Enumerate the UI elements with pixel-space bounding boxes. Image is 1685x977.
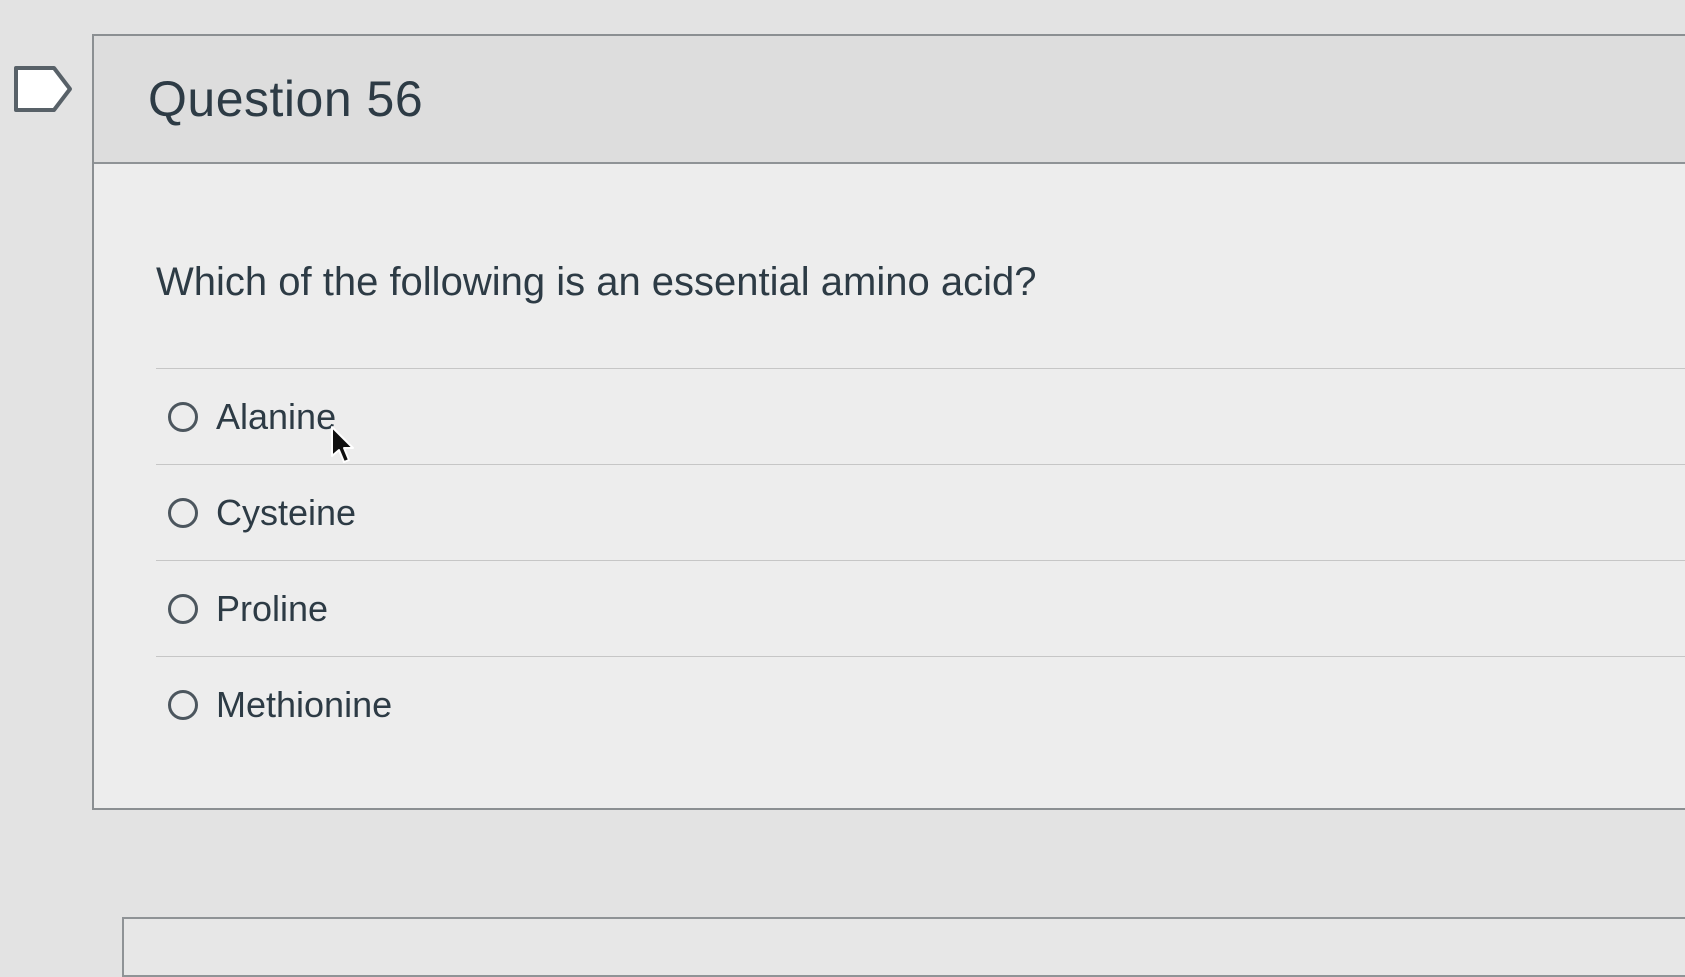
answer-label: Methionine bbox=[216, 684, 393, 725]
radio-icon[interactable] bbox=[168, 593, 198, 624]
answer-label: Alanine bbox=[216, 395, 337, 437]
answer-option-methionine[interactable]: Methionine bbox=[156, 657, 1685, 753]
answer-label: Cysteine bbox=[216, 491, 357, 533]
radio-icon[interactable] bbox=[168, 690, 198, 720]
answer-option-alanine[interactable]: Alanine bbox=[156, 369, 1685, 465]
flag-icon[interactable] bbox=[12, 64, 74, 114]
question-header: Question 56 bbox=[94, 36, 1685, 164]
answer-label: Proline bbox=[216, 587, 329, 629]
answer-option-proline[interactable]: Proline bbox=[156, 561, 1685, 657]
question-body: Which of the following is an essential a… bbox=[94, 258, 1685, 753]
answer-option-cysteine[interactable]: Cysteine bbox=[156, 465, 1685, 561]
next-question-card bbox=[122, 917, 1685, 977]
question-title: Question 56 bbox=[148, 71, 424, 127]
radio-icon[interactable] bbox=[168, 401, 198, 432]
radio-icon[interactable] bbox=[168, 497, 198, 528]
question-card: Question 56 Which of the following is an… bbox=[92, 34, 1685, 810]
answer-list: Alanine Cysteine Proline Methionine bbox=[156, 368, 1685, 753]
question-text: Which of the following is an essential a… bbox=[156, 260, 1037, 304]
cursor-icon bbox=[331, 426, 354, 463]
